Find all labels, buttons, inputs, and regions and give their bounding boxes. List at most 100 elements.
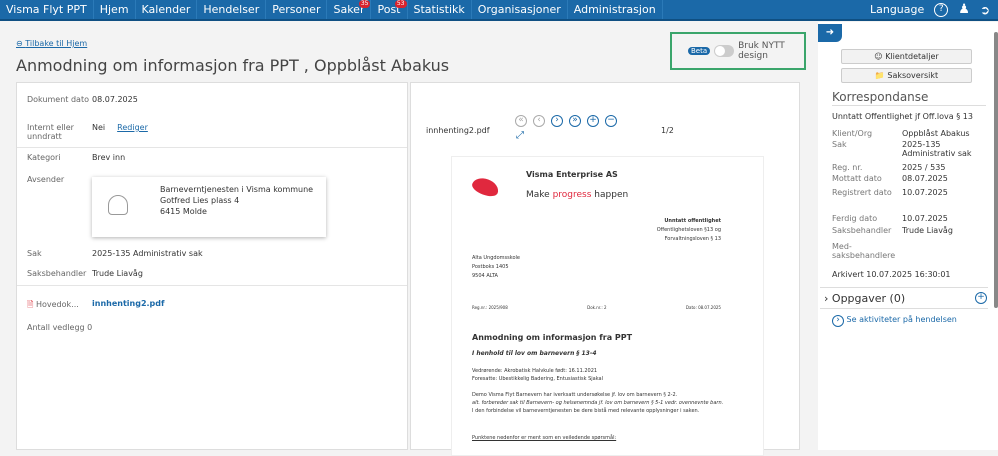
count-badge: 53 [394, 0, 407, 8]
label-text: Hovedok... [35, 300, 79, 309]
visma-logo [470, 174, 501, 200]
pdf-heading: Anmodning om informasjon fra PPT [472, 333, 633, 342]
label: Sak [832, 140, 847, 149]
nav-brand[interactable]: Visma Flyt PPT [0, 0, 94, 19]
first-page-icon[interactable]: « [515, 115, 527, 127]
detail-row: Saksbehandler Trude Liavåg [832, 226, 982, 235]
edit-link[interactable]: Rediger [117, 123, 148, 141]
pdf-text: I henhold til lov om barnevern § 13-4 [472, 350, 597, 357]
add-task-icon[interactable]: + [975, 292, 987, 304]
sender-name: Barneverntjenesten i Visma kommune [160, 185, 314, 194]
detail-row: Med-saksbehandlere [832, 242, 982, 260]
label: Med-saksbehandlere [832, 242, 896, 260]
value: 08.07.2025 [902, 174, 948, 183]
nav-hendelser[interactable]: Hendelser [197, 0, 267, 19]
pdf-text: alt. forbereder sak til Barnevern- og he… [472, 400, 724, 406]
case-overview-button[interactable]: 📁 Saksoversikt [841, 68, 972, 83]
top-nav: Visma Flyt PPT Hjem Kalender Hendelser P… [0, 0, 998, 21]
value: 2025-135 Administrativ sak [902, 140, 972, 158]
pdf-filename: innhenting2.pdf [426, 126, 490, 135]
pdf-slogan: Make progress happen [526, 190, 629, 200]
back-link[interactable]: ⊖ Tilbake til Hjem [16, 39, 87, 48]
sender-city: 6415 Molde [160, 207, 207, 216]
person-icon: ☺ [874, 52, 886, 61]
prev-page-icon[interactable]: ‹ [533, 115, 545, 127]
right-sidebar: ☺ Klientdetaljer 📁 Saksoversikt Korrespo… [818, 22, 998, 450]
new-design-toggle[interactable] [714, 45, 735, 57]
nav-personer[interactable]: Personer [266, 0, 328, 19]
nav-organisasjoner[interactable]: Organisasjoner [472, 0, 568, 19]
pdf-text: Reg.nr.: 2025/908 [472, 305, 508, 310]
detail-row: Klient/Org Oppblåst Abakus [832, 129, 982, 138]
folder-icon: 📁 [874, 71, 888, 80]
pdf-text: Forvaltningsloven § 13 [664, 236, 721, 242]
section-heading: Korrespondanse [832, 90, 986, 106]
pdf-page: Visma Enterprise AS Make progress happen… [451, 156, 764, 456]
count-badge: 35 [358, 0, 371, 8]
main-document-link[interactable]: innhenting2.pdf [92, 299, 164, 313]
collapse-sidebar-button[interactable]: ➜ [818, 24, 842, 42]
label: Sak [27, 249, 42, 258]
label: Reg. nr. [832, 163, 863, 172]
pdf-viewer: innhenting2.pdf « ‹ › » + − ⤢ 1/2 Visma … [410, 82, 800, 456]
nav-hjem[interactable]: Hjem [94, 0, 136, 19]
client-details-button[interactable]: ☺ Klientdetaljer [841, 49, 972, 64]
detail-row: Ferdig dato 10.07.2025 [832, 214, 982, 223]
tasks-heading: Oppgaver (0) [831, 292, 906, 305]
chevron-circle-icon: › [832, 315, 844, 327]
scrollbar[interactable] [994, 32, 998, 308]
fullscreen-icon[interactable]: ⤢ [516, 130, 524, 141]
label: 🗎 Hovedok... [27, 299, 92, 313]
label: Mottatt dato [832, 174, 882, 183]
new-design-toggle-box: Beta Bruk NYTT design [670, 32, 806, 70]
label: Dokument dato [27, 95, 89, 104]
value: Trude Liavåg [902, 226, 953, 235]
sender-card[interactable]: Barneverntjenesten i Visma kommune Gotfr… [92, 177, 326, 237]
detail-row: Registrert dato 10.07.2025 [832, 188, 982, 197]
value: 10.07.2025 [902, 214, 948, 223]
logout-icon[interactable]: ➲ [980, 3, 990, 17]
back-link-label: Tilbake til Hjem [25, 39, 88, 48]
detail-row: Sak 2025-135 Administrativ sak [832, 140, 982, 158]
beta-badge: Beta [688, 47, 711, 55]
label: Avsender [27, 175, 65, 184]
label: Kategori [27, 153, 61, 162]
pdf-text: Demo Visma Flyt Barnevern har iverksatt … [472, 392, 678, 398]
label: Registrert dato [832, 188, 892, 197]
pdf-icon: 🗎 [27, 300, 34, 309]
next-page-icon[interactable]: › [551, 115, 563, 127]
sender-street: Gotfred Lies plass 4 [160, 196, 240, 205]
language-menu[interactable]: Language [870, 3, 924, 16]
detail-row: Reg. nr. 2025 / 535 [832, 163, 982, 172]
nav-saker[interactable]: Saker 35 [327, 0, 372, 19]
value: Nei [92, 123, 106, 132]
nav-kalender[interactable]: Kalender [136, 0, 198, 19]
back-arrow-icon: ⊖ [16, 39, 26, 48]
help-icon[interactable]: ? [934, 2, 949, 17]
value [902, 242, 982, 260]
button-label: Saksoversikt [887, 71, 939, 80]
label: Ferdig dato [832, 214, 878, 223]
value: 10.07.2025 [902, 188, 948, 197]
value: Brev inn [92, 153, 126, 162]
toggle-label: Bruk NYTT design [738, 41, 785, 61]
nav-post[interactable]: Post 53 [371, 0, 408, 19]
details-panel: Dokument dato 08.07.2025 Internt eller un… [16, 82, 408, 450]
last-page-icon[interactable]: » [569, 115, 581, 127]
detail-row: Mottatt dato 08.07.2025 [832, 174, 982, 183]
value: 2025-135 Administrativ sak [92, 249, 203, 258]
value: 08.07.2025 [92, 95, 138, 104]
see-activities-link[interactable]: › Se aktiviteter på hendelsen [832, 315, 957, 327]
nav-administrasjon[interactable]: Administrasjon [568, 0, 663, 19]
pdf-text: Punktene nedenfor er ment som en veilede… [472, 435, 617, 441]
label: Internt eller unndratt [27, 123, 74, 141]
pdf-company: Visma Enterprise AS [526, 170, 618, 179]
zoom-out-icon[interactable]: − [605, 115, 617, 127]
zoom-in-icon[interactable]: + [587, 115, 599, 127]
user-icon[interactable]: ♟ [958, 2, 970, 17]
pdf-text: Dato: 08.07.2025 [685, 305, 721, 310]
nav-statistikk[interactable]: Statistikk [408, 0, 472, 19]
tasks-section-toggle[interactable]: › Oppgaver (0) [824, 292, 905, 305]
pdf-text: Unntatt offentlighet [664, 218, 721, 224]
pdf-text: Offentlighetsloven §13 og [656, 227, 721, 233]
